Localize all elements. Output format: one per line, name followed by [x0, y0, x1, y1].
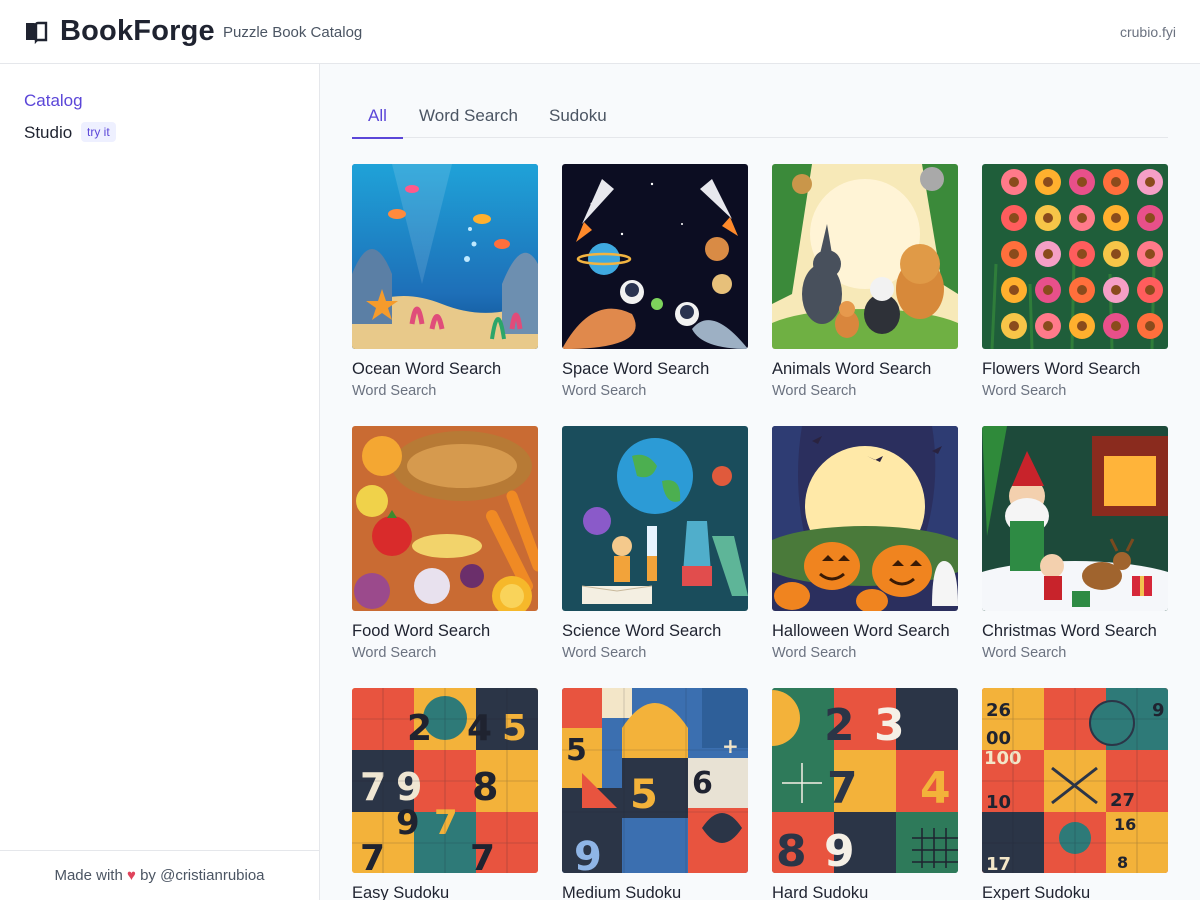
svg-text:9: 9	[396, 803, 420, 843]
book-cover-image[interactable]: 2 4 5 7 9 8 9 7 7 7	[352, 688, 538, 873]
svg-text:8: 8	[472, 765, 498, 809]
svg-text:9: 9	[824, 826, 855, 873]
svg-text:4: 4	[920, 763, 951, 814]
book-card[interactable]: Halloween Word Search Word Search	[772, 426, 958, 661]
svg-text:00: 00	[986, 728, 1011, 749]
book-card[interactable]: Flowers Word Search Word Search	[982, 164, 1168, 399]
book-card[interactable]: 2 3 7 4 8 9 Hard SudokuSudoku	[772, 688, 958, 900]
book-category: Word Search	[352, 383, 437, 399]
svg-text:100: 100	[984, 748, 1022, 769]
book-card[interactable]: Animals Word Search Word Search	[772, 164, 958, 399]
book-title[interactable]: Ocean Word Search	[352, 360, 538, 379]
svg-text:9: 9	[574, 834, 602, 873]
svg-text:7: 7	[827, 763, 858, 814]
svg-text:5: 5	[502, 708, 527, 749]
book-card[interactable]: Space Word Search Word Search	[562, 164, 748, 399]
open-book-icon	[24, 20, 48, 45]
book-category: Word Search	[562, 645, 647, 661]
book-category: Word Search	[982, 383, 1067, 399]
book-category: Word Search	[772, 383, 857, 399]
brand-subtitle: Puzzle Book Catalog	[223, 24, 363, 41]
book-card[interactable]: Christmas Word Search Word Search	[982, 426, 1168, 661]
sidebar: Catalog Studio try it Made with ♥ by @cr…	[0, 64, 320, 900]
svg-text:4: 4	[467, 708, 492, 749]
book-cover-image[interactable]: 2 3 7 4 8 9	[772, 688, 958, 873]
svg-text:5: 5	[566, 733, 587, 768]
book-category: Word Search	[982, 645, 1067, 661]
svg-text:6: 6	[692, 766, 713, 801]
app-header: BookForge Puzzle Book Catalog crubio.fyi	[0, 0, 1200, 64]
footer-author-link[interactable]: by @cristianrubioa	[140, 867, 264, 884]
brand-name[interactable]: BookForge	[60, 15, 215, 48]
book-cover-image[interactable]	[772, 164, 958, 349]
book-title[interactable]: Expert Sudoku	[982, 884, 1168, 900]
book-cover-image[interactable]	[982, 426, 1168, 611]
svg-text:2: 2	[407, 708, 432, 749]
book-title[interactable]: Science Word Search	[562, 622, 748, 641]
svg-text:27: 27	[1110, 790, 1135, 811]
book-category: Word Search	[352, 645, 437, 661]
svg-text:10: 10	[986, 792, 1011, 813]
svg-text:2: 2	[824, 700, 855, 751]
svg-text:7: 7	[360, 765, 386, 809]
svg-text:+: +	[722, 734, 739, 758]
book-title[interactable]: Space Word Search	[562, 360, 748, 379]
tab-sudoku[interactable]: Sudoku	[533, 106, 623, 139]
svg-text:7: 7	[434, 803, 458, 843]
try-it-badge: try it	[81, 122, 116, 142]
svg-text:8: 8	[1117, 853, 1128, 872]
tab-word-search[interactable]: Word Search	[403, 106, 534, 139]
footer-prefix: Made with	[54, 867, 123, 884]
main-content: All Word Search Sudoku Ocean Word Search…	[320, 64, 1200, 900]
book-title[interactable]: Animals Word Search	[772, 360, 958, 379]
book-card[interactable]: Ocean Word Search Word Search	[352, 164, 538, 399]
sidebar-footer: Made with ♥ by @cristianrubioa	[0, 850, 319, 900]
svg-text:5: 5	[630, 772, 658, 818]
book-card[interactable]: Food Word Search Word Search	[352, 426, 538, 661]
book-title[interactable]: Easy Sudoku	[352, 884, 538, 900]
svg-text:3: 3	[874, 700, 905, 751]
book-card[interactable]: Science Word Search Word Search	[562, 426, 748, 661]
book-title[interactable]: Food Word Search	[352, 622, 538, 641]
book-cover-image[interactable]	[352, 426, 538, 611]
category-tabs: All Word Search Sudoku	[352, 104, 1168, 139]
book-category: Word Search	[772, 645, 857, 661]
svg-text:8: 8	[776, 826, 807, 873]
book-category: Word Search	[562, 383, 647, 399]
book-card[interactable]: 2 4 5 7 9 8 9 7 7 7 Easy SudokuSudoku	[352, 688, 538, 900]
book-cover-image[interactable]	[562, 164, 748, 349]
book-card[interactable]: 5 5 6 9 + Medium SudokuSudoku	[562, 688, 748, 900]
svg-text:17: 17	[986, 854, 1011, 873]
svg-text:9: 9	[1152, 700, 1165, 721]
book-cover-image[interactable]	[562, 426, 748, 611]
book-cover-image[interactable]	[352, 164, 538, 349]
site-domain-link[interactable]: crubio.fyi	[1120, 24, 1176, 40]
book-title[interactable]: Medium Sudoku	[562, 884, 748, 900]
sidebar-item-catalog[interactable]: Catalog	[24, 91, 83, 111]
book-cover-image[interactable]: 5 5 6 9 +	[562, 688, 748, 873]
book-title[interactable]: Halloween Word Search	[772, 622, 958, 641]
svg-text:26: 26	[986, 700, 1011, 721]
book-title[interactable]: Christmas Word Search	[982, 622, 1168, 641]
book-cover-image[interactable]	[982, 164, 1168, 349]
book-title[interactable]: Flowers Word Search	[982, 360, 1168, 379]
book-cover-image[interactable]: 26 00 100 10 27 16 17 8 9	[982, 688, 1168, 873]
book-title[interactable]: Hard Sudoku	[772, 884, 958, 900]
svg-text:16: 16	[1114, 815, 1136, 834]
book-card[interactable]: 26 00 100 10 27 16 17 8 9 Expert SudokuS…	[982, 688, 1168, 900]
tab-all[interactable]: All	[352, 106, 403, 139]
sidebar-item-studio[interactable]: Studio	[24, 123, 72, 143]
book-cover-image[interactable]	[772, 426, 958, 611]
heart-icon: ♥	[127, 867, 136, 884]
